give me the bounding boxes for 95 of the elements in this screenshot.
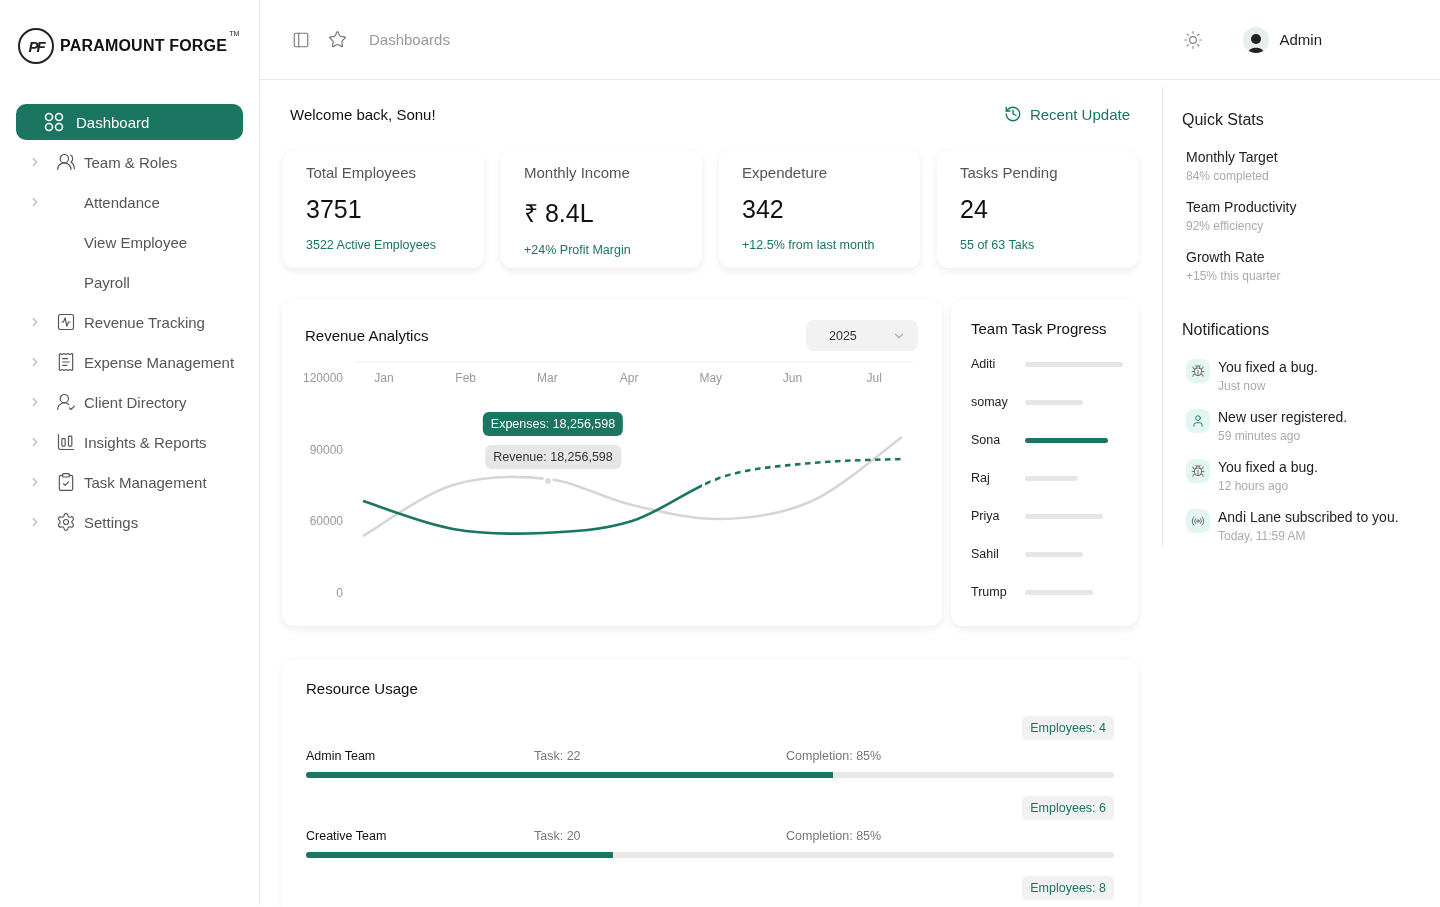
stat-detail: 84% completed (1186, 169, 1270, 183)
nav-item[interactable]: Attendance (16, 184, 243, 220)
axis-label: 120000 (302, 371, 343, 385)
axis-label: Feb (455, 371, 477, 385)
sidebar-toggle-icon[interactable] (292, 30, 310, 49)
card-title: Resource Usage (306, 680, 418, 697)
clipboard-check-icon (56, 472, 76, 492)
bug-icon (1186, 459, 1210, 483)
nav-item[interactable]: Client Directory (16, 384, 243, 420)
stat-label: Team Productivity (1186, 199, 1298, 215)
nav-item[interactable]: Task Management (16, 464, 243, 500)
member-name: Priya (971, 509, 1001, 523)
completion-text: Completion: 85% (786, 829, 883, 843)
user-icon (1186, 409, 1210, 433)
task-count: Task: 22 (534, 749, 582, 763)
axis-label: Mar (537, 371, 558, 385)
nav-item[interactable]: Dashboard (16, 104, 243, 140)
notification-text[interactable]: New user registered. (1218, 409, 1348, 425)
notification-time: 59 minutes ago (1218, 429, 1302, 443)
stat-note: 55 of 63 Taks (960, 238, 1036, 252)
notification-time: Today, 11:59 AM (1218, 529, 1307, 543)
axis-label: Jul (866, 371, 882, 385)
logo-monogram: PF (18, 28, 54, 64)
task-count: Task: 20 (534, 829, 582, 843)
stat-title: Total Employees (306, 164, 418, 181)
stat-label: Growth Rate (1186, 249, 1266, 265)
card-title: Revenue Analytics (305, 327, 429, 344)
axis-label: 60000 (309, 514, 343, 529)
section-title: Notifications (1182, 321, 1271, 339)
member-name: Aditi (971, 357, 997, 371)
stat-value: ₹ 8.4L (524, 198, 595, 229)
chart-icon (56, 312, 76, 332)
notification-time: 12 hours ago (1218, 479, 1290, 493)
axis-label: Jun (782, 371, 803, 385)
settings-icon (56, 512, 76, 532)
notification-text[interactable]: You fixed a bug. (1218, 359, 1318, 375)
notification-time: Just now (1218, 379, 1267, 393)
bar-chart-icon (56, 432, 76, 452)
stat-value: 342 (742, 195, 785, 224)
stat-note: +24% Profit Margin (524, 243, 632, 257)
logo-text: PARAMOUNT FORGE (60, 37, 228, 55)
receipt-icon (56, 352, 76, 372)
nav-item[interactable]: Team & Roles (16, 144, 243, 180)
stat-note: +12.5% from last month (742, 238, 876, 252)
member-name: Trump (971, 585, 1008, 599)
team-name: Admin Team (306, 749, 377, 763)
broadcast-icon (1186, 509, 1210, 533)
nav-item[interactable]: View Employee (16, 224, 243, 260)
year-select[interactable]: 2025 (806, 320, 918, 351)
axis-label: 0 (336, 586, 343, 601)
stat-value: 3751 (306, 195, 363, 224)
member-name: Sona (971, 433, 1002, 447)
nav-item[interactable]: Revenue Tracking (16, 304, 243, 340)
member-name: Raj (971, 471, 991, 485)
users-icon (56, 152, 76, 172)
stat-detail: 92% efficiency (1186, 219, 1265, 233)
star-icon[interactable] (328, 30, 347, 49)
employee-count-badge: Employees: 8 (1022, 876, 1114, 900)
card-title: Team Task Progress (971, 320, 1107, 337)
stat-title: Tasks Pending (960, 164, 1059, 181)
user-name[interactable]: Admin (1279, 31, 1322, 48)
user-check-icon (56, 392, 76, 412)
chart-tooltip: Expenses: 18,256,598 (482, 412, 624, 436)
nav-item[interactable]: Settings (16, 504, 243, 540)
notification-text[interactable]: You fixed a bug. (1218, 459, 1318, 475)
grid-icon (44, 112, 64, 132)
notification-text[interactable]: Andi Lane subscribed to you. (1218, 509, 1399, 525)
member-name: Sahil (971, 547, 1000, 561)
hover-point (543, 476, 553, 486)
stat-label: Monthly Target (1186, 149, 1279, 165)
chart-tooltip: Revenue: 18,256,598 (485, 445, 621, 469)
axis-label: May (699, 371, 723, 385)
axis-label: Jan (374, 371, 394, 385)
team-name: Creative Team (306, 829, 388, 843)
stat-note: 3522 Active Employees (306, 238, 437, 252)
employee-count-badge: Employees: 6 (1022, 796, 1114, 820)
stat-detail: +15% this quarter (1186, 269, 1282, 283)
bug-icon (1186, 359, 1210, 383)
member-name: somay (971, 395, 1009, 409)
nav-item[interactable]: Expense Management (16, 344, 243, 380)
welcome-text: Welcome back, Sonu! (290, 105, 436, 123)
stat-title: Expendeture (742, 164, 829, 181)
nav-item[interactable]: Payroll (16, 264, 243, 300)
employee-count-badge: Employees: 4 (1022, 716, 1114, 740)
recent-update-button[interactable]: Recent Update (1003, 105, 1130, 123)
section-title: Quick Stats (1182, 111, 1265, 129)
sun-icon[interactable] (1183, 29, 1204, 50)
completion-text: Completion: 85% (786, 749, 883, 763)
nav-item[interactable]: Insights & Reports (16, 424, 243, 460)
history-icon (1003, 105, 1022, 123)
stat-value: 24 (960, 195, 989, 224)
axis-label: Apr (619, 371, 639, 385)
avatar[interactable] (1243, 26, 1270, 53)
axis-label: 90000 (309, 442, 343, 457)
stat-title: Monthly Income (524, 164, 631, 181)
